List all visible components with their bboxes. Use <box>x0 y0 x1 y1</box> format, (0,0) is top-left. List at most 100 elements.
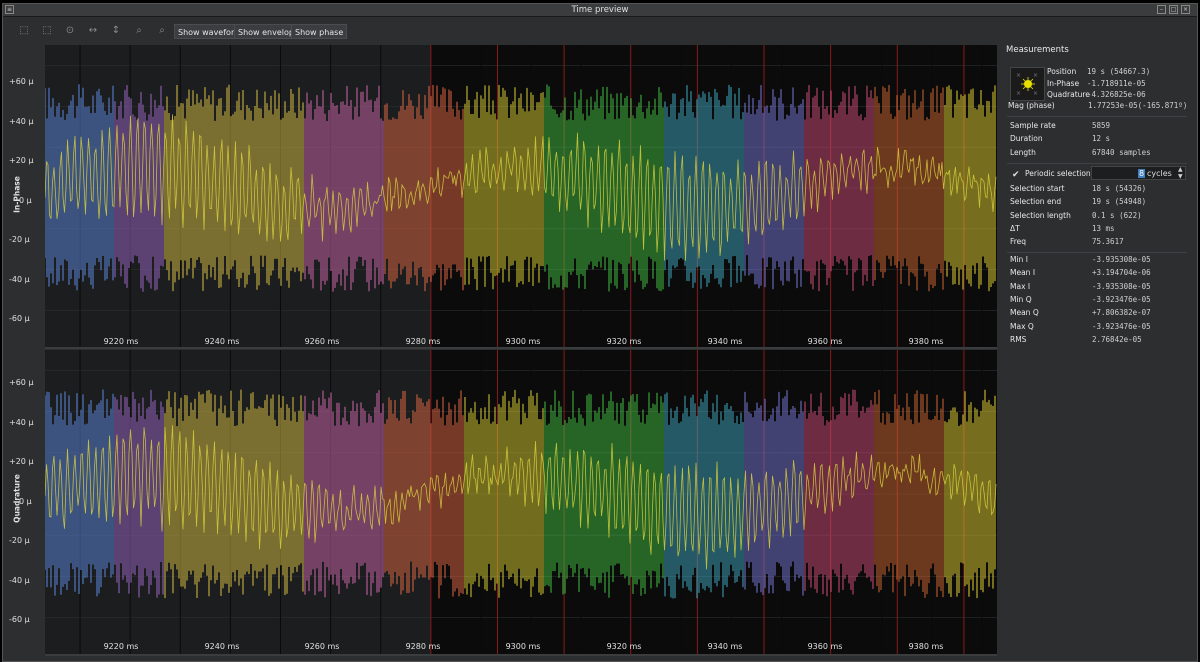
measurement-key: Selection end <box>1010 197 1062 207</box>
quadrature-x-tick-label: 9240 ms <box>204 642 240 651</box>
divider <box>1007 252 1187 253</box>
measurement-key: Mean I <box>1010 268 1036 278</box>
horizontal-fit-icon[interactable]: ↔ <box>85 24 101 38</box>
measurement-value: 2.76842e-05 <box>1092 334 1142 344</box>
measurement-row: Max I -3.935308e-05 <box>1010 282 1190 294</box>
quadrature-y-tick-label: +20 µ <box>9 457 34 466</box>
mag-phase-row: Mag (phase) 1.77253e-05(-165.871º) <box>1008 101 1188 110</box>
measurement-value: 13 ms <box>1092 223 1115 233</box>
position-row: Position 19 s (54667.3) <box>1047 67 1151 76</box>
measurement-key: Mean Q <box>1010 308 1039 318</box>
measurement-key: RMS <box>1010 334 1027 344</box>
measurement-value: +7.806382e-07 <box>1092 308 1151 318</box>
quadrature-y-tick-label: -60 µ <box>9 615 30 624</box>
divider <box>1007 116 1187 117</box>
cycles-label: cycles <box>1147 169 1172 178</box>
inphase-y-tick-label: -40 µ <box>9 274 30 284</box>
measurement-row: Selection start 18 s (54326) <box>1010 184 1190 196</box>
measurements-panel: Measurements × × × × Position 19 s (54667.… <box>1001 40 1191 654</box>
measurement-value: 75.3617 <box>1092 237 1124 247</box>
measurement-row: Mean I +3.194704e-06 <box>1010 268 1190 280</box>
inphase-y-tick-label: -20 µ <box>9 235 30 244</box>
measurement-row: Min Q -3.923476e-05 <box>1010 295 1190 307</box>
measurement-key: Duration <box>1010 134 1043 144</box>
close-icon[interactable]: × <box>1181 5 1190 14</box>
magnify-icon[interactable]: ⌕ <box>131 24 147 38</box>
measurement-value: 18 s (54326) <box>1092 184 1147 193</box>
quadrature-x-tick-label: 9320 ms <box>606 642 642 651</box>
inphase-y-tick-label: +60 µ <box>9 77 34 86</box>
measurement-row: Selection length 0.1 s (622) <box>1010 211 1190 223</box>
zoom-fit-icon[interactable]: ⊙ <box>62 24 78 38</box>
zoom-out-icon[interactable]: ⬚ <box>39 24 55 38</box>
cycles-value[interactable]: 8 <box>1138 169 1146 178</box>
measurement-value: 0.1 s (622) <box>1092 210 1142 220</box>
quadrature-y-tick-label: +40 µ <box>9 417 34 427</box>
inphase-y-tick-label: -60 µ <box>9 314 30 323</box>
measurement-value: -3.923476e-05 <box>1092 321 1151 331</box>
measurement-value: 19 s (54948) <box>1092 197 1147 207</box>
quadrature-y-tick-label: -20 µ <box>9 536 30 545</box>
measurement-row: Max Q -3.923476e-05 <box>1010 322 1190 334</box>
maximize-icon[interactable]: □ <box>1169 5 1178 14</box>
measurement-row: Sample rate 5859 <box>1010 121 1190 133</box>
quadrature-plot[interactable] <box>45 350 997 656</box>
measurements-header: Measurements <box>1006 45 1069 55</box>
inphase-plot[interactable] <box>45 45 997 349</box>
svg-text:×: × <box>1016 90 1021 97</box>
vertical-fit-icon[interactable]: ↕ <box>108 24 124 38</box>
quadrature-waveform[interactable] <box>45 350 997 656</box>
inphase-x-tick-label: 9300 ms <box>505 337 541 346</box>
svg-text:×: × <box>1033 90 1038 97</box>
measurement-value: 5859 <box>1092 121 1111 130</box>
measurement-row: RMS 2.76842e-05 <box>1010 335 1190 347</box>
measurement-key: Length <box>1010 147 1036 157</box>
window-title: Time preview <box>571 5 629 15</box>
quadrature-x-tick-label: 9280 ms <box>405 642 441 651</box>
inphase-y-tick-label: +20 µ <box>9 156 34 165</box>
cycles-spinbox[interactable]: 8 cycles ▲ ▼ <box>1091 166 1186 180</box>
zoom-in-icon[interactable]: ⬚ <box>16 24 32 38</box>
measurement-key: Min I <box>1010 255 1028 264</box>
quadrature-x-tick-label: 9260 ms <box>304 642 340 651</box>
quadrature-y-tick-label: +60 µ <box>9 378 34 387</box>
measurement-key: Sample rate <box>1010 121 1056 130</box>
measurement-key: ΔT <box>1010 223 1020 233</box>
inphase-waveform[interactable] <box>45 45 997 349</box>
measurement-row: Length 67840 samples <box>1010 148 1190 160</box>
minimize-icon[interactable]: – <box>1157 5 1166 14</box>
inphase-x-tick-label: 9240 ms <box>204 337 240 346</box>
spin-down-icon[interactable]: ▼ <box>1178 173 1183 180</box>
show-phase-button[interactable]: Show phase <box>291 24 348 39</box>
measurement-key: Selection length <box>1010 210 1071 220</box>
divider <box>1007 163 1187 164</box>
quadrature-x-tick-label: 9380 ms <box>908 642 944 651</box>
quadrature-axis-label: Quadrature <box>12 474 22 523</box>
measurement-row: Selection end 19 s (54948) <box>1010 197 1190 209</box>
measurement-value: 12 s <box>1092 134 1111 144</box>
title-bar: ≡ Time preview – □ × <box>3 4 1197 17</box>
measurement-value: -3.935308e-05 <box>1092 255 1151 264</box>
inphase-x-tick-label: 9280 ms <box>405 337 441 346</box>
magnify-minus-icon[interactable]: ⌕ <box>154 24 170 38</box>
spin-up-icon[interactable]: ▲ <box>1178 166 1183 173</box>
measurement-key: Selection start <box>1010 184 1065 193</box>
measurement-value: -3.923476e-05 <box>1092 294 1151 304</box>
quadrature-y-tick-label: -40 µ <box>9 575 30 585</box>
svg-text:×: × <box>1016 72 1021 79</box>
inphase-x-tick-label: 9360 ms <box>807 337 843 346</box>
measurement-row: Freq 75.3617 <box>1010 237 1190 249</box>
measurement-value: -3.935308e-05 <box>1092 281 1151 291</box>
quadrature-x-tick-label: 9360 ms <box>807 642 843 651</box>
inphase-x-tick-label: 9320 ms <box>606 337 642 346</box>
inphase-x-tick-label: 9260 ms <box>304 337 340 346</box>
periodic-selection-checkbox[interactable]: ✔ <box>1012 170 1022 180</box>
measurement-row: Min I -3.935308e-05 <box>1010 255 1190 267</box>
measurement-key: Max I <box>1010 281 1031 291</box>
quadrature-x-tick-label: 9340 ms <box>707 642 743 651</box>
measurement-key: Freq <box>1010 237 1027 247</box>
measurement-row: Duration 12 s <box>1010 134 1190 146</box>
quadrature-x-tick-label: 9220 ms <box>103 642 139 651</box>
inphase-x-tick-label: 9220 ms <box>103 337 139 346</box>
measurement-value: 67840 samples <box>1092 147 1151 157</box>
